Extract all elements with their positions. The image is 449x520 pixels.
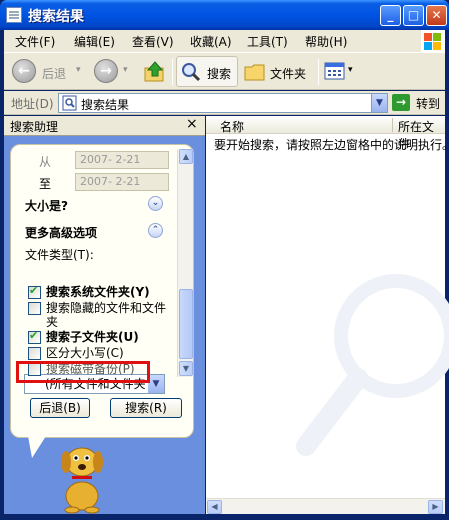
windows-logo-icon — [421, 30, 445, 52]
collapse-chevron-icon[interactable]: ⌃ — [148, 223, 163, 238]
menu-edit[interactable]: 编辑(E) — [74, 33, 115, 50]
from-date-field[interactable]: 2007- 2-21 — [75, 151, 169, 169]
scroll-thumb[interactable] — [179, 289, 193, 359]
back-search-button[interactable]: 后退(B) — [30, 398, 90, 418]
column-divider[interactable] — [392, 118, 393, 132]
results-column-header: 名称 所在文件 — [206, 116, 445, 151]
search-results-window-icon — [6, 7, 22, 23]
to-label: 至 — [39, 177, 52, 191]
up-folder-icon[interactable] — [143, 60, 167, 84]
folder-icon — [244, 64, 265, 81]
back-arrow-icon[interactable]: ← — [12, 59, 36, 83]
to-date-field[interactable]: 2007- 2-21 — [75, 173, 169, 191]
go-arrow-icon[interactable]: → — [392, 94, 410, 111]
option-label: 搜索子文件夹(U) — [46, 330, 139, 344]
address-label: 地址(D) — [11, 97, 54, 111]
title-bar[interactable]: 搜索结果 _ □ ✕ — [0, 0, 449, 30]
back-button-label[interactable]: 后退 — [42, 65, 66, 82]
case-sensitive-checkbox[interactable] — [28, 347, 41, 360]
menu-tools[interactable]: 工具(T) — [247, 33, 288, 50]
file-type-label: 文件类型(T): — [25, 248, 94, 262]
search-assistant-pane: 搜索助理 × 从 2007- 2-21 至 2007- 2-21 大小是? ⌄ … — [4, 116, 205, 514]
window-title: 搜索结果 — [28, 9, 84, 25]
search-button-label: 搜索 — [207, 67, 232, 81]
scroll-left-icon[interactable]: ◀ — [207, 500, 222, 514]
option-label: 区分大小写(C) — [46, 346, 124, 360]
column-name[interactable]: 名称 — [220, 118, 244, 135]
folders-button[interactable]: 文件夹 — [242, 57, 312, 87]
close-button[interactable]: ✕ — [426, 5, 447, 26]
results-instruction: 要开始搜索，请按照左边窗格中的说明执行。 — [214, 138, 449, 152]
results-pane: 名称 所在文件 要开始搜索，请按照左边窗格中的说明执行。 ◀ ▶ — [206, 116, 449, 514]
maximize-button[interactable]: □ — [403, 5, 424, 26]
scroll-right-icon[interactable]: ▶ — [428, 500, 443, 514]
highlight-box — [16, 361, 150, 383]
pane-header: 搜索助理 × — [4, 116, 205, 136]
magnifier-watermark-icon — [296, 274, 449, 456]
menu-file[interactable]: 文件(F) — [15, 33, 55, 50]
file-type-dropdown-icon[interactable]: ▼ — [148, 375, 164, 393]
views-icon[interactable] — [324, 61, 346, 81]
results-horizontal-scrollbar[interactable]: ◀ ▶ — [206, 498, 445, 514]
toolbar: ← 后退 ▾ → ▾ 搜索 文件夹 ▾ — [4, 52, 445, 90]
option-label: 搜索系统文件夹(Y) — [46, 285, 150, 299]
magnifier-icon — [182, 63, 201, 82]
address-dropdown-icon[interactable]: ▼ — [371, 94, 387, 112]
search-hidden-files-checkbox[interactable] — [28, 302, 41, 315]
search-system-folders-checkbox[interactable] — [28, 284, 41, 299]
toolbar-separator — [318, 59, 319, 85]
options-scrollbar[interactable]: ▲ ▼ — [177, 149, 193, 377]
menu-favorites[interactable]: 收藏(A) — [190, 33, 232, 50]
advanced-section-header[interactable]: 更多高级选项 — [25, 224, 97, 241]
address-value: 搜索结果 — [81, 98, 130, 112]
menu-bar: 文件(F) 编辑(E) 查看(V) 收藏(A) 工具(T) 帮助(H) — [4, 30, 445, 52]
back-dropdown-icon[interactable]: ▾ — [76, 65, 81, 75]
scroll-down-icon[interactable]: ▼ — [179, 361, 193, 376]
search-subfolders-checkbox[interactable] — [28, 329, 41, 344]
go-button-label[interactable]: 转到 — [416, 95, 440, 112]
pane-close-icon[interactable]: × — [186, 116, 198, 132]
start-search-button[interactable]: 搜索(R) — [110, 398, 182, 418]
search-dog-icon[interactable] — [54, 438, 110, 514]
toolbar-separator — [172, 59, 173, 85]
views-dropdown-icon[interactable]: ▾ — [348, 65, 353, 75]
minimize-button[interactable]: _ — [380, 5, 401, 26]
search-results-icon — [62, 95, 77, 111]
forward-dropdown-icon[interactable]: ▾ — [123, 65, 128, 75]
address-bar: 地址(D) 搜索结果 ▼ → 转到 — [4, 91, 445, 115]
folders-button-label: 文件夹 — [270, 67, 307, 81]
address-field[interactable]: 搜索结果 ▼ — [58, 93, 388, 113]
from-label: 从 — [39, 155, 52, 169]
search-results-window: 搜索结果 _ □ ✕ 文件(F) 编辑(E) 查看(V) 收藏(A) 工具(T)… — [0, 0, 449, 520]
forward-arrow-icon[interactable]: → — [94, 59, 118, 83]
pane-title: 搜索助理 — [10, 120, 59, 134]
scroll-up-icon[interactable]: ▲ — [179, 149, 193, 164]
menu-view[interactable]: 查看(V) — [132, 33, 174, 50]
search-button[interactable]: 搜索 — [176, 56, 238, 87]
size-section-header[interactable]: 大小是? — [25, 197, 68, 214]
expand-chevron-icon[interactable]: ⌄ — [148, 196, 163, 211]
balloon-tail — [28, 436, 46, 458]
menu-help[interactable]: 帮助(H) — [305, 33, 347, 50]
option-label: 搜索隐藏的文件和文件夹 — [46, 301, 167, 329]
